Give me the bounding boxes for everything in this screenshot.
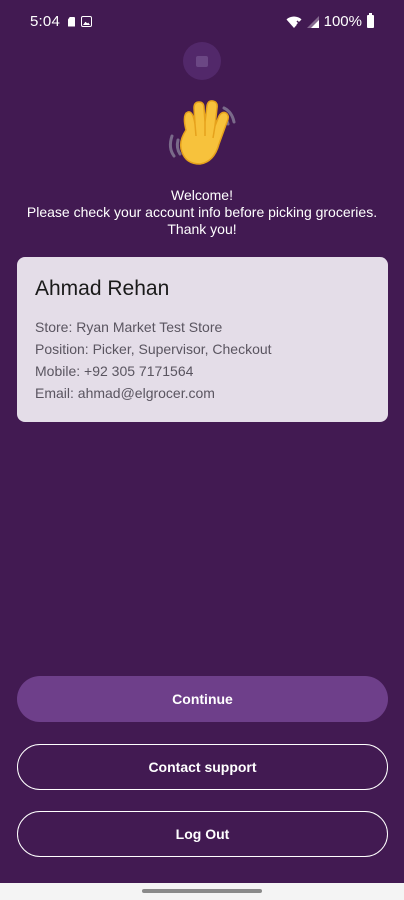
welcome-subtitle: Please check your account info before pi… [26, 204, 378, 237]
signal-icon [306, 15, 319, 28]
battery-icon [367, 13, 374, 28]
home-indicator[interactable] [142, 889, 262, 893]
battery-percent: 100% [323, 13, 362, 30]
welcome-message: Welcome! Please check your account info … [20, 187, 384, 238]
continue-button[interactable]: Continue [17, 676, 388, 722]
status-right: 100% [286, 13, 374, 30]
status-left-icons [68, 16, 92, 27]
account-name: Ahmad Rehan [35, 277, 170, 300]
status-bar: 5:04 100% [0, 0, 404, 44]
waving-hand-icon [168, 100, 236, 165]
wifi-icon [286, 16, 302, 28]
account-email: Email: ahmad@elgrocer.com [35, 385, 215, 401]
account-store: Store: Ryan Market Test Store [35, 319, 223, 335]
navigation-bar [0, 883, 404, 900]
account-mobile: Mobile: +92 305 7171564 [35, 363, 194, 379]
welcome-title: Welcome! [171, 187, 233, 203]
account-info-card: Ahmad Rehan Store: Ryan Market Test Stor… [17, 257, 388, 422]
contact-support-button[interactable]: Contact support [17, 744, 388, 790]
status-time: 5:04 [30, 13, 60, 30]
account-position: Position: Picker, Supervisor, Checkout [35, 341, 272, 357]
sim-card-icon [68, 16, 75, 27]
top-badge [183, 42, 221, 80]
gallery-icon [81, 16, 92, 27]
badge-icon [196, 55, 208, 67]
log-out-button[interactable]: Log Out [17, 811, 388, 857]
